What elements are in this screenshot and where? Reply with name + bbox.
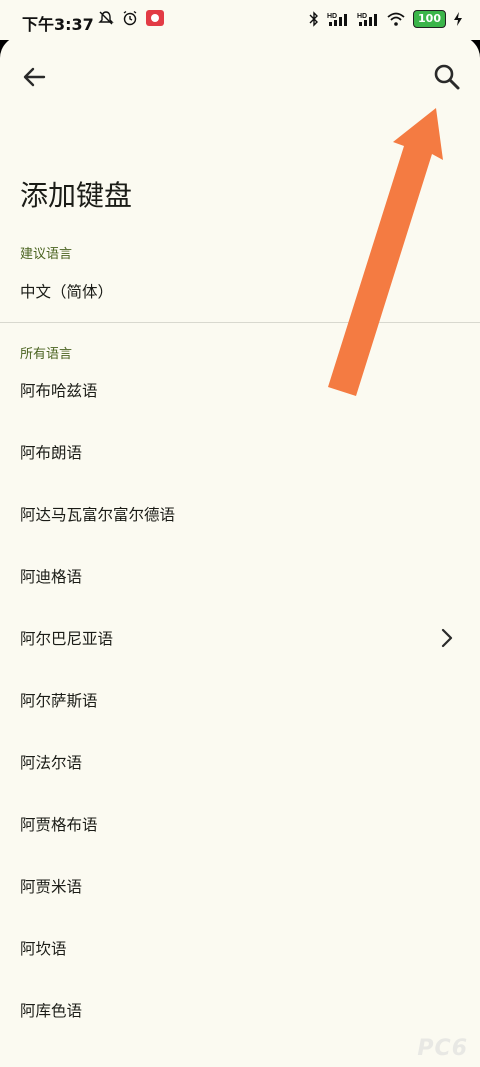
language-item[interactable]: 阿贾格布语: [0, 795, 480, 853]
battery-icon: 100: [413, 10, 446, 28]
language-item[interactable]: 阿布哈兹语: [0, 361, 480, 419]
hd-signal-icon: HD: [357, 13, 378, 26]
page-title: 添加键盘: [20, 179, 133, 212]
alarm-icon: [123, 10, 137, 26]
top-app-bar: [0, 36, 480, 112]
bluetooth-icon: [309, 11, 319, 27]
language-label: 阿库色语: [20, 1002, 83, 1020]
language-item[interactable]: 阿贾米语: [0, 857, 480, 915]
status-left-icons: [98, 10, 164, 26]
language-label: 阿坎语: [20, 940, 67, 958]
svg-text:HD: HD: [327, 13, 337, 20]
status-bar: 下午3:37 HD HD 100: [0, 0, 480, 40]
language-item[interactable]: 阿布朗语: [0, 423, 480, 481]
language-label: 阿尔巴尼亚语: [20, 630, 114, 648]
language-item[interactable]: 阿法尔语: [0, 733, 480, 791]
language-label: 阿尔萨斯语: [20, 692, 98, 710]
chevron-right-icon: [441, 628, 453, 648]
language-item[interactable]: 阿尔萨斯语: [0, 671, 480, 729]
language-label: 中文（简体）: [20, 283, 114, 301]
language-label: 阿贾米语: [20, 878, 83, 896]
status-time: 下午3:37: [22, 15, 94, 34]
language-item[interactable]: 阿尔巴尼亚语: [0, 609, 480, 667]
language-label: 阿迪格语: [20, 568, 83, 586]
language-item[interactable]: 阿库色语: [0, 981, 480, 1039]
language-item[interactable]: 阿坎语: [0, 919, 480, 977]
wifi-icon: [387, 12, 405, 26]
language-label: 阿布哈兹语: [20, 382, 98, 400]
svg-text:HD: HD: [357, 13, 367, 20]
section-header-all: 所有语言: [20, 347, 73, 362]
language-item-chinese-simplified[interactable]: 中文（简体）: [0, 262, 480, 320]
language-item[interactable]: 阿达马瓦富尔富尔德语: [0, 485, 480, 543]
arrow-left-icon[interactable]: [20, 62, 50, 92]
watermark: PC6: [417, 1036, 468, 1061]
status-right-icons: HD HD 100: [309, 10, 462, 28]
add-keyboard-page: 添加键盘 建议语言 中文（简体） 所有语言 阿布哈兹语阿布朗语阿达马瓦富尔富尔德…: [0, 36, 480, 1067]
search-icon[interactable]: [432, 62, 462, 92]
language-label: 阿达马瓦富尔富尔德语: [20, 506, 176, 524]
app-notification-icon: [146, 10, 164, 26]
language-label: 阿贾格布语: [20, 816, 98, 834]
charging-icon: [454, 12, 462, 26]
language-label: 阿布朗语: [20, 444, 83, 462]
mute-icon: [98, 11, 114, 25]
section-header-suggested: 建议语言: [20, 247, 73, 262]
language-item[interactable]: 阿迪格语: [0, 547, 480, 605]
divider: [0, 322, 480, 323]
hd-signal-icon: HD: [327, 13, 348, 26]
language-label: 阿法尔语: [20, 754, 83, 772]
